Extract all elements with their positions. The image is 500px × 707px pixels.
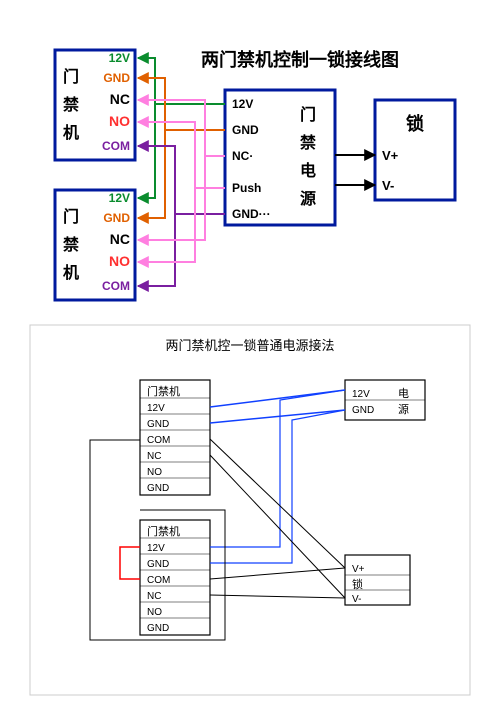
top-a-pin-com: COM	[102, 139, 130, 153]
top-b-pin-no: NO	[109, 253, 130, 269]
top-r-pin-vminus: V-	[382, 178, 394, 193]
bot-b-gnd: GND	[147, 559, 169, 570]
wire-gnd-b	[138, 130, 165, 218]
bottom-title: 两门禁机控一锁普通电源接法	[165, 338, 334, 353]
top-title: 两门禁机控制一锁接线图	[201, 49, 399, 70]
top-left-box-b-label3: 机	[63, 263, 79, 282]
bot-b-com: COM	[147, 575, 170, 586]
top-c-pin-nc: NC·	[232, 149, 253, 163]
top-b-pin-12v: 12V	[109, 191, 130, 205]
top-b-pin-nc: NC	[110, 231, 130, 247]
bot-b-nc: NC	[147, 591, 161, 602]
bot-a-gnd2: GND	[147, 483, 169, 494]
bw-gnd-a	[210, 410, 345, 423]
top-left-box-a-label2: 禁	[63, 96, 79, 114]
top-c-pin-12v: 12V	[232, 97, 253, 111]
bw-b-nc-vm	[210, 595, 345, 598]
bot-b-label: 门禁机	[147, 524, 180, 538]
top-c-pin-push: Push	[232, 181, 261, 195]
bot-a-com: COM	[147, 435, 170, 446]
top-a-pin-gnd: GND	[103, 71, 130, 85]
bot-rt-12v: 12V	[352, 389, 370, 400]
top-left-box-b-label2: 禁	[63, 236, 79, 254]
top-left-box-a-label: 门	[63, 67, 79, 86]
top-c-pin-gnd: GND	[232, 123, 259, 137]
top-b-pin-gnd: GND	[103, 211, 130, 225]
wire-com-b	[138, 214, 175, 286]
bot-a-label: 门禁机	[147, 384, 180, 398]
bot-b-gnd2: GND	[147, 623, 169, 634]
top-center-label: 门	[300, 105, 316, 124]
bot-rt-label1: 电	[398, 387, 409, 400]
top-center-label4: 源	[300, 189, 316, 208]
top-a-pin-12v: 12V	[109, 51, 130, 65]
bw-a-nc-vm	[210, 455, 345, 598]
bot-a-no: NO	[147, 467, 162, 478]
bot-rb-lock: 锁	[352, 577, 363, 591]
top-a-pin-nc: NC	[110, 91, 130, 107]
top-center-label2: 禁	[300, 134, 316, 152]
wire-nc-link	[138, 100, 225, 156]
top-left-box-b-label: 门	[63, 207, 79, 226]
top-center-label3: 电	[300, 161, 316, 180]
bw-a-com-vp	[210, 439, 345, 568]
bot-a-nc: NC	[147, 451, 161, 462]
top-left-box-a-label3: 机	[63, 123, 79, 142]
top-a-pin-no: NO	[109, 113, 130, 129]
top-right-label: 锁	[406, 113, 424, 134]
bot-rb-vp: V+	[352, 564, 365, 575]
bot-a-12v: 12V	[147, 403, 165, 414]
wire-push-b	[138, 188, 195, 262]
wire-12v-b	[138, 104, 155, 198]
bw-gnd-b	[210, 410, 345, 563]
bot-rt-gnd: GND	[352, 405, 374, 416]
bot-b-12v: 12V	[147, 543, 165, 554]
top-c-pin-gnd2: GND···	[232, 207, 271, 221]
diagram-svg: 两门禁机控制一锁接线图 门 禁 机 12V GND NC NO COM 门 禁 …	[0, 0, 500, 707]
bot-rb-vm: V-	[352, 594, 361, 605]
bot-b-no: NO	[147, 607, 162, 618]
top-b-pin-com: COM	[102, 279, 130, 293]
bot-a-gnd: GND	[147, 419, 169, 430]
bw-b-red-jumper	[120, 547, 140, 579]
bw-b-com-vp	[210, 568, 345, 579]
top-r-pin-vplus: V+	[382, 148, 399, 163]
bot-rt-label2: 源	[398, 402, 409, 416]
